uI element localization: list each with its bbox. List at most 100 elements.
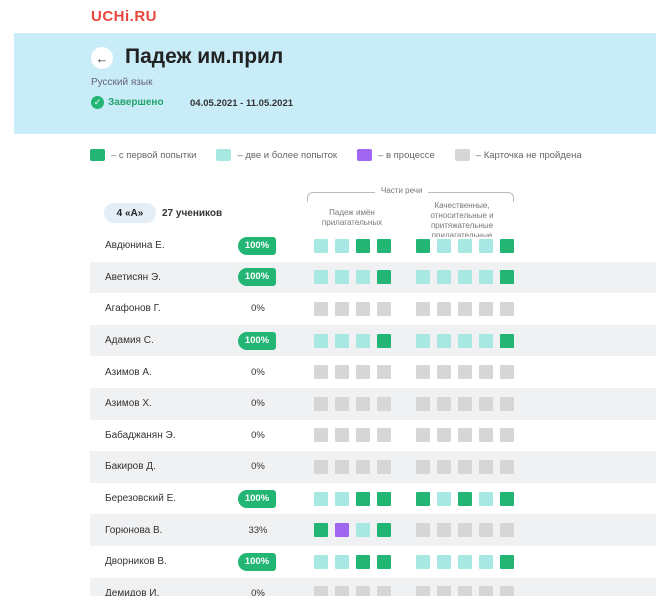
card-cell[interactable] xyxy=(356,491,370,506)
card-cell[interactable] xyxy=(479,586,493,596)
card-cell[interactable] xyxy=(356,365,370,380)
card-cell[interactable] xyxy=(416,238,430,253)
card-cell[interactable] xyxy=(479,396,493,411)
card-cell[interactable] xyxy=(356,396,370,411)
card-cell[interactable] xyxy=(356,459,370,474)
card-cell[interactable] xyxy=(437,554,451,569)
card-cell[interactable] xyxy=(377,523,391,538)
card-cell[interactable] xyxy=(314,554,328,569)
card-cell[interactable] xyxy=(437,428,451,443)
card-cell[interactable] xyxy=(458,523,472,538)
card-cell[interactable] xyxy=(479,301,493,316)
student-name[interactable]: Адамия С. xyxy=(105,335,154,346)
card-cell[interactable] xyxy=(356,238,370,253)
card-cell[interactable] xyxy=(416,554,430,569)
table-row[interactable]: Демидов И. 0% xyxy=(90,577,656,596)
card-cell[interactable] xyxy=(377,554,391,569)
student-name[interactable]: Азимов Х. xyxy=(105,398,152,409)
class-selector[interactable]: 4 «А» xyxy=(104,203,156,223)
card-cell[interactable] xyxy=(437,459,451,474)
card-cell[interactable] xyxy=(458,365,472,380)
card-cell[interactable] xyxy=(377,428,391,443)
student-name[interactable]: Дворников В. xyxy=(105,556,167,567)
card-cell[interactable] xyxy=(314,491,328,506)
card-cell[interactable] xyxy=(500,333,514,348)
card-cell[interactable] xyxy=(335,333,349,348)
table-row[interactable]: Горюнова В. 33% xyxy=(90,514,656,546)
card-cell[interactable] xyxy=(314,586,328,596)
table-row[interactable]: Адамия С. 100% xyxy=(90,324,656,357)
card-cell[interactable] xyxy=(356,523,370,538)
table-row[interactable]: Азимов Х. 0% xyxy=(90,387,656,420)
card-cell[interactable] xyxy=(356,270,370,285)
card-cell[interactable] xyxy=(335,523,349,538)
card-cell[interactable] xyxy=(335,238,349,253)
card-cell[interactable] xyxy=(500,523,514,538)
table-row[interactable]: Агафонов Г. 0% xyxy=(90,293,656,325)
table-row[interactable]: Азимов А. 0% xyxy=(90,356,656,388)
card-cell[interactable] xyxy=(500,301,514,316)
card-cell[interactable] xyxy=(479,270,493,285)
card-cell[interactable] xyxy=(479,459,493,474)
card-cell[interactable] xyxy=(458,491,472,506)
card-cell[interactable] xyxy=(500,554,514,569)
card-cell[interactable] xyxy=(437,491,451,506)
back-button[interactable]: ← xyxy=(91,47,113,69)
card-cell[interactable] xyxy=(479,491,493,506)
card-cell[interactable] xyxy=(500,270,514,285)
card-cell[interactable] xyxy=(458,301,472,316)
card-cell[interactable] xyxy=(458,459,472,474)
card-cell[interactable] xyxy=(377,238,391,253)
card-cell[interactable] xyxy=(479,365,493,380)
card-cell[interactable] xyxy=(314,365,328,380)
card-cell[interactable] xyxy=(416,270,430,285)
student-name[interactable]: Бабаджанян Э. xyxy=(105,430,175,441)
student-name[interactable]: Бакиров Д. xyxy=(105,461,156,472)
table-row[interactable]: Авдюнина Е. 100% xyxy=(90,230,656,262)
card-cell[interactable] xyxy=(377,491,391,506)
card-cell[interactable] xyxy=(458,238,472,253)
table-row[interactable]: Бакиров Д. 0% xyxy=(90,451,656,483)
card-cell[interactable] xyxy=(458,270,472,285)
table-row[interactable]: Березовский Е. 100% xyxy=(90,483,656,515)
card-cell[interactable] xyxy=(479,523,493,538)
student-name[interactable]: Авдюнина Е. xyxy=(105,240,165,251)
card-cell[interactable] xyxy=(479,333,493,348)
student-name[interactable]: Агафонов Г. xyxy=(105,303,161,314)
card-cell[interactable] xyxy=(314,396,328,411)
card-cell[interactable] xyxy=(335,301,349,316)
card-cell[interactable] xyxy=(437,586,451,596)
student-name[interactable]: Азимов А. xyxy=(105,367,152,378)
card-cell[interactable] xyxy=(356,333,370,348)
card-cell[interactable] xyxy=(377,396,391,411)
card-cell[interactable] xyxy=(314,459,328,474)
card-cell[interactable] xyxy=(416,586,430,596)
card-cell[interactable] xyxy=(335,365,349,380)
card-cell[interactable] xyxy=(500,586,514,596)
card-cell[interactable] xyxy=(479,554,493,569)
card-cell[interactable] xyxy=(416,459,430,474)
card-cell[interactable] xyxy=(500,365,514,380)
card-cell[interactable] xyxy=(458,396,472,411)
card-cell[interactable] xyxy=(458,333,472,348)
card-cell[interactable] xyxy=(377,333,391,348)
card-cell[interactable] xyxy=(416,333,430,348)
card-cell[interactable] xyxy=(437,301,451,316)
card-cell[interactable] xyxy=(500,491,514,506)
card-cell[interactable] xyxy=(500,238,514,253)
student-name[interactable]: Аветисян Э. xyxy=(105,272,161,283)
card-cell[interactable] xyxy=(416,301,430,316)
card-cell[interactable] xyxy=(314,523,328,538)
card-cell[interactable] xyxy=(437,270,451,285)
card-cell[interactable] xyxy=(458,586,472,596)
card-cell[interactable] xyxy=(437,396,451,411)
card-cell[interactable] xyxy=(377,270,391,285)
card-cell[interactable] xyxy=(479,428,493,443)
student-name[interactable]: Демидов И. xyxy=(105,588,159,596)
student-name[interactable]: Березовский Е. xyxy=(105,493,176,504)
card-cell[interactable] xyxy=(335,586,349,596)
card-cell[interactable] xyxy=(335,554,349,569)
card-cell[interactable] xyxy=(356,301,370,316)
uchi-logo[interactable]: UCHi.RU xyxy=(91,8,157,25)
table-row[interactable]: Аветисян Э. 100% xyxy=(90,261,656,294)
